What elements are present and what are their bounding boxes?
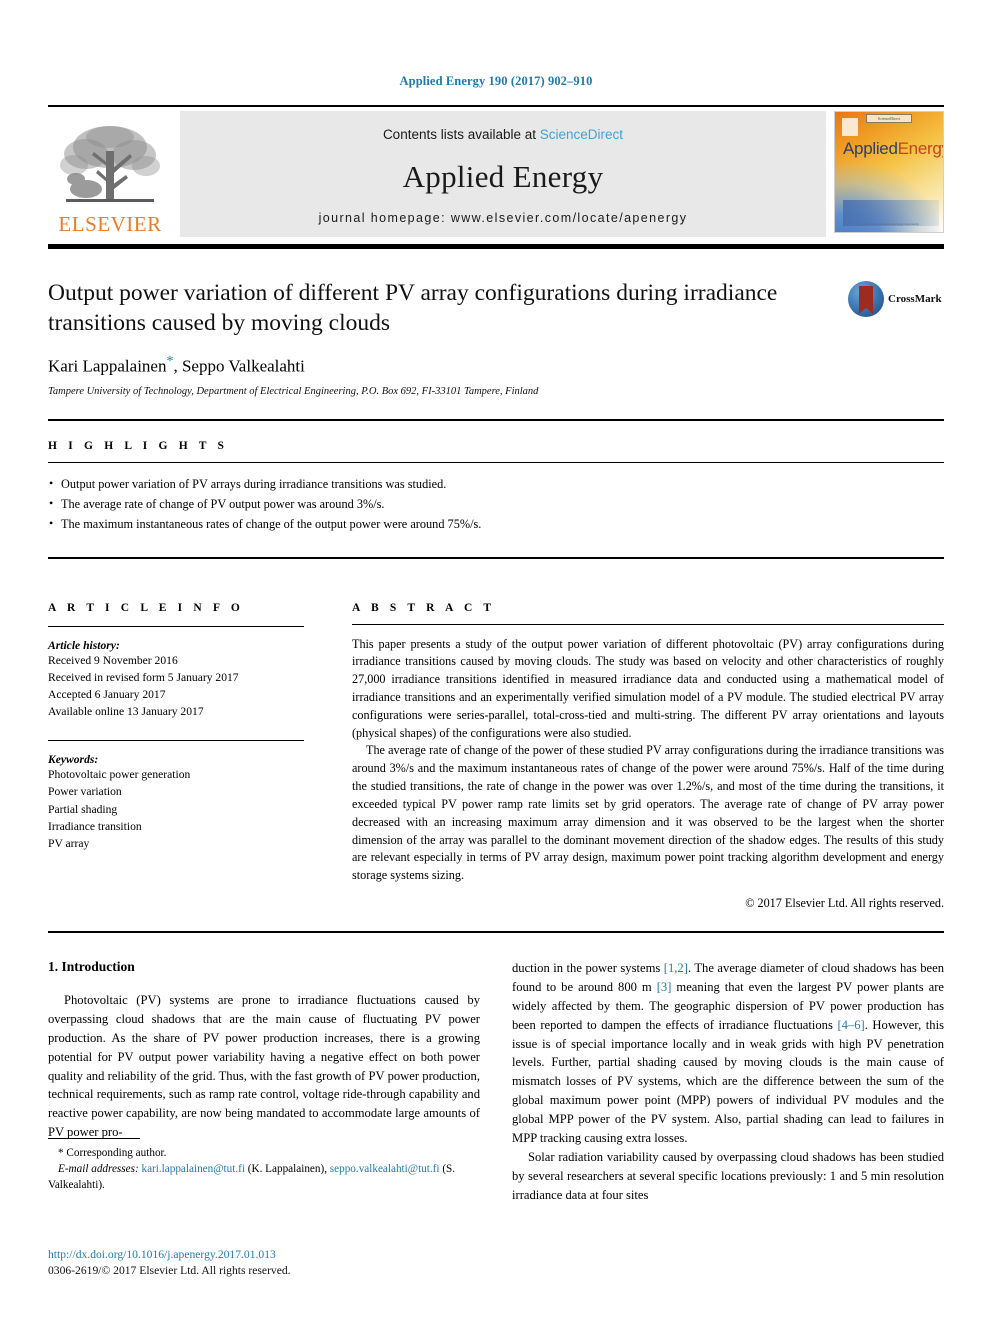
email-addresses-note: E-mail addresses: kari.lappalainen@tut.f… [48,1161,480,1193]
abstract-rule [352,623,944,625]
keyword-item: Power variation [48,785,122,799]
info-abstract-section: A R T I C L E I N F O Article history: R… [48,583,944,911]
citation-ref-4-6[interactable]: [4–6] [837,1018,864,1032]
intro-right-text-d: . However, this issue is of special impo… [512,1017,944,1145]
running-head: Applied Energy 190 (2017) 902–910 [399,74,593,88]
contents-prefix: Contents lists available at [382,127,540,142]
author-rest: , Seppo Valkealahti [173,356,305,376]
abstract-heading: A B S T R A C T [352,601,496,614]
corresponding-author-note: * Corresponding author. [48,1145,480,1161]
title-block: Output power variation of different PV a… [48,279,944,397]
keyword-item: Irradiance transition [48,819,142,833]
abstract-text: This paper presents a study of the outpu… [352,636,944,885]
crossmark-badge[interactable]: CrossMark [848,281,944,317]
sciencedirect-link[interactable]: ScienceDirect [540,127,623,142]
elsevier-wordmark: ELSEVIER [58,212,162,236]
email-link-valkealahti[interactable]: seppo.valkealahti@tut.fi [330,1163,440,1175]
elsevier-tree-icon [56,121,164,213]
abstract-bottom-rule [48,930,944,933]
footnote-rule [48,1138,140,1139]
page-content: Applied Energy 190 (2017) 902–910 ELSEVI… [48,0,944,1205]
doi-block: http://dx.doi.org/10.1016/j.apenergy.201… [48,1247,508,1279]
cover-title: AppliedEnergy [843,139,943,159]
journal-homepage[interactable]: journal homepage: www.elsevier.com/locat… [180,211,826,225]
email-link-lappalainen[interactable]: kari.lappalainen@tut.fi [141,1163,245,1175]
abstract-column: A B S T R A C T This paper presents a st… [328,583,944,911]
intro-paragraph-left: Photovoltaic (PV) systems are prone to i… [48,992,480,1140]
crossmark-label: CrossMark [888,293,942,305]
cover-footer-text: journal of the international energy comm… [859,222,919,226]
page-title: Output power variation of different PV a… [48,280,778,336]
article-info-heading: A R T I C L E I N F O [48,601,244,614]
list-item: The average rate of change of PV output … [48,494,944,515]
cover-title-energy: Energy [897,139,943,158]
author-list: Kari Lappalainen*, Seppo Valkealahti [48,354,944,377]
corresponding-author-text: * Corresponding author. [58,1147,167,1159]
list-item: The maximum instantaneous rates of chang… [48,514,944,535]
author-first: Kari Lappalainen [48,356,167,376]
citation-ref-3[interactable]: [3] [657,980,672,994]
highlights-list: Output power variation of PV arrays duri… [48,474,944,535]
journal-title: Applied Energy [402,159,604,194]
affiliation: Tampere University of Technology, Depart… [48,385,539,397]
abstract-paragraph: This paper presents a study of the outpu… [352,636,944,740]
contents-available-line: Contents lists available at ScienceDirec… [383,127,623,142]
journal-masthead: ELSEVIER Contents lists available at Sci… [48,105,944,237]
keywords-label: Keywords: [48,753,99,767]
list-item: Output power variation of PV arrays duri… [48,474,944,495]
cover-title-applied: Applied [843,139,898,158]
intro-paragraph-right-2: Solar radiation variability caused by ov… [512,1149,944,1202]
article-history-label: Article history: [48,638,120,652]
citation-ref-1-2[interactable]: [1,2] [664,961,688,975]
elsevier-logo: ELSEVIER [48,111,172,237]
highlights-top-rule [48,418,944,421]
paper-page: Applied Energy 190 (2017) 902–910 ELSEVI… [0,0,992,1323]
keyword-item: PV array [48,836,90,850]
info-abstract-top-rule [48,556,944,559]
footnote-block: * Corresponding author. E-mail addresses… [48,1138,480,1193]
intro-paragraph-right-1: duction in the power systems [1,2]. The … [512,959,944,1148]
article-history-revised: Received in revised form 5 January 2017 [48,670,239,684]
highlights-heading: H I G H L I G H T S [48,439,229,452]
journal-cover-thumbnail: AppliedEnergy journal of the internation… [834,111,944,233]
abstract-copyright: © 2017 Elsevier Ltd. All rights reserved… [745,895,944,910]
article-history-received: Received 9 November 2016 [48,653,178,667]
article-history-accepted: Accepted 6 January 2017 [48,687,166,701]
article-history-online: Available online 13 January 2017 [48,705,204,719]
doi-link[interactable]: http://dx.doi.org/10.1016/j.apenergy.201… [48,1247,508,1263]
highlights-under-rule [48,461,944,463]
crossmark-ribbon-shape [859,286,873,314]
keyword-item: Partial shading [48,802,118,816]
body-column-right: duction in the power systems [1,2]. The … [512,959,944,1205]
keywords-rule [48,740,304,742]
email-owner-1: (K. Lappalainen), [244,1163,330,1176]
article-info-rule [48,625,304,627]
article-info-column: A R T I C L E I N F O Article history: R… [48,583,328,911]
cover-footer-badge: ScienceDirect [866,114,912,123]
keyword-item: Photovoltaic power generation [48,768,191,782]
abstract-paragraph: The average rate of change of the power … [352,743,944,883]
section-heading-introduction: 1. Introduction [48,958,135,974]
cover-elsevier-mark-icon [842,118,858,136]
masthead-bottom-rule [48,244,944,249]
journal-band: Contents lists available at ScienceDirec… [180,111,826,237]
issn-copyright-line: 0306-2619/© 2017 Elsevier Ltd. All right… [48,1264,291,1278]
intro-right-text-a: duction in the power systems [512,960,664,975]
email-addresses-label: E-mail addresses: [58,1163,139,1176]
crossmark-icon [848,281,884,317]
